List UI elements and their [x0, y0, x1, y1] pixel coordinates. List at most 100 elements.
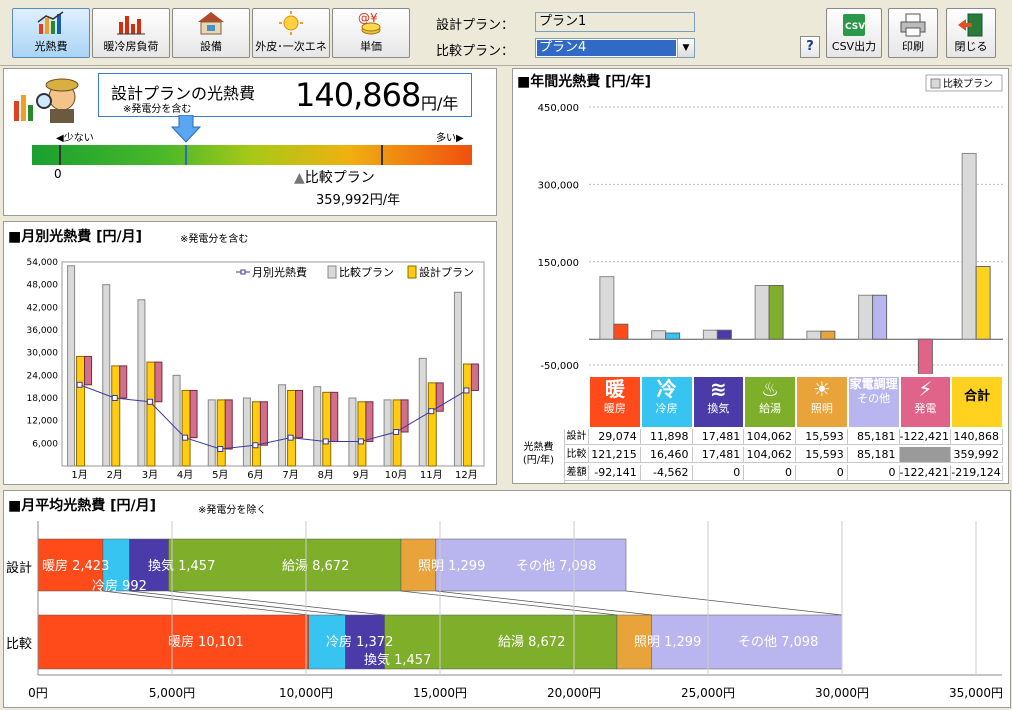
category-symbol: ≋ — [709, 377, 727, 401]
monthly-cost-title: ■月別光熱費 [円/月] — [8, 229, 143, 245]
monthly-cost-point — [287, 434, 294, 441]
y-tick-label: 48,000 — [27, 281, 59, 291]
equipment-tab-label: 設備 — [200, 40, 222, 53]
design-bar — [181, 389, 191, 467]
x-tick-label: 25,000円 — [681, 686, 735, 700]
monthly-cost-point — [357, 438, 364, 445]
design-bar — [427, 382, 437, 467]
category-symbol: ⚡ — [918, 377, 933, 401]
y-tick-label: 6,000 — [32, 439, 58, 449]
category-暖房-icon: 暖暖房 — [590, 377, 640, 427]
table-cell: -219,124 — [951, 465, 1003, 481]
envelope-tab-button[interactable]: 外皮･一次エネ — [252, 8, 330, 58]
load-tab-button[interactable]: 暖冷房負荷 — [92, 8, 170, 58]
table-row-label: 差額 — [565, 465, 589, 481]
compare-bar — [137, 299, 146, 467]
x-tick-label: 7月 — [282, 469, 298, 481]
chart-bars-icon — [37, 11, 64, 34]
legend-design-swatch — [407, 265, 417, 279]
compare-bar — [242, 397, 251, 467]
design-marker-arrow-icon — [171, 115, 202, 143]
table-cell: 17,481 — [692, 429, 745, 445]
compare-bar — [313, 386, 322, 467]
design-bar — [716, 329, 732, 340]
gauge-low-label: ◀少ない — [56, 133, 94, 144]
equipment-tab-button[interactable]: 設備 — [172, 8, 250, 58]
segment-label: その他 7,098 — [738, 635, 818, 650]
compare-bar — [453, 291, 462, 467]
x-tick-label: 2月 — [107, 469, 123, 481]
design-plan-field[interactable]: プラン1 — [535, 12, 695, 32]
generation-offset-bar — [330, 391, 339, 442]
monthly-cost-point — [182, 434, 189, 441]
legend-line-label: 月別光熱費 — [252, 265, 307, 279]
y-tick-label: 54,000 — [27, 258, 59, 268]
design-bar — [216, 399, 226, 467]
design-cost-note: ※発電分を含む — [123, 104, 192, 115]
load-tab-label: 暖冷房負荷 — [103, 40, 159, 53]
house-icon — [198, 12, 224, 35]
x-tick-label: 3月 — [142, 469, 158, 481]
connector-line — [435, 590, 652, 616]
y-tick-label: 18,000 — [27, 394, 59, 404]
chevron-down-icon[interactable]: ▼ — [677, 39, 694, 57]
y-tick-label: 150,000 — [538, 258, 579, 269]
compare-bar — [207, 399, 216, 467]
legend-compare-label: 比較プラン — [943, 77, 993, 90]
segment-label: 換気 1,457 — [364, 652, 431, 668]
segment-label: 冷房 1,372 — [326, 634, 393, 650]
segment-label: 換気 1,457 — [148, 558, 215, 574]
monthly-cost-note: ※発電分を含む — [180, 234, 249, 245]
segment-label: 冷房 992 — [92, 578, 147, 594]
table-cell: 104,062 — [744, 429, 796, 445]
gauge-high-label: 多い▶ — [436, 133, 464, 144]
print-button[interactable]: 印刷 — [888, 8, 938, 58]
x-tick-label: 30,000円 — [815, 686, 869, 700]
help-button[interactable]: ? — [800, 36, 820, 58]
table-cell: -92,141 — [589, 465, 641, 481]
x-tick-label: 35,000円 — [949, 686, 1003, 700]
close-button[interactable]: 閉じる — [946, 8, 996, 58]
category-換気-icon: ≋ 換気 — [693, 377, 744, 427]
table-cell: 121,215 — [589, 447, 641, 463]
monthly-cost-point — [252, 442, 259, 449]
compare-plan-select[interactable]: プラン4 ▼ — [535, 38, 695, 58]
compare-bar — [418, 357, 427, 467]
triangle-up-icon: ▲ — [294, 170, 305, 186]
compare-bar — [67, 265, 76, 467]
generation-offset-bar — [470, 363, 479, 391]
compare-bar — [858, 294, 874, 340]
gauge-compare-tick — [381, 145, 384, 165]
category-symbol: ♨ — [761, 377, 780, 401]
segment-label: 給湯 8,672 — [282, 559, 349, 574]
csv-export-button[interactable]: CSV CSV出力 — [826, 8, 882, 58]
category-照明-icon: ☀ 照明 — [797, 377, 847, 427]
x-tick-label: 8月 — [318, 469, 334, 481]
compare-bar — [599, 276, 615, 340]
exit-door-icon — [958, 13, 983, 37]
monthly-cost-chart: 6,000 12,000 18,000 24,000 30,000 36,000 42,00… — [27, 258, 485, 481]
unit-price-tab-button[interactable]: @¥ 単価 — [332, 8, 410, 58]
table-cell: 85,181 — [847, 447, 900, 463]
design-bar — [146, 361, 156, 467]
gauge-zero-label: 0 — [54, 167, 62, 181]
table-cell: 16,460 — [640, 447, 693, 463]
design-cost-box: 設計プランの光熱費 ※発電分を含む 140,868 円/年 — [98, 73, 472, 117]
envelope-tab-label: 外皮･一次エネ — [255, 40, 327, 53]
design-bar — [613, 323, 629, 340]
design-cost-unit: 円/年 — [421, 94, 459, 113]
legend-design-label: 設計プラン — [419, 265, 474, 279]
compare-cost-unit: 円/年 — [369, 193, 401, 208]
svg-text:CSV: CSV — [845, 22, 865, 32]
monthly-cost-point — [463, 387, 470, 394]
compare-bar — [806, 330, 822, 340]
table-cell: 29,074 — [589, 429, 641, 445]
x-tick-label: 6月 — [247, 469, 263, 481]
compare-bar — [348, 397, 357, 467]
monthly-cost-point — [111, 395, 118, 401]
cost-tab-button[interactable]: 光熱費 — [12, 8, 90, 58]
design-bar — [462, 363, 472, 467]
monthly-cost-point — [217, 446, 224, 452]
unit-price-tab-label: 単価 — [360, 40, 382, 53]
design-bar — [251, 401, 261, 467]
